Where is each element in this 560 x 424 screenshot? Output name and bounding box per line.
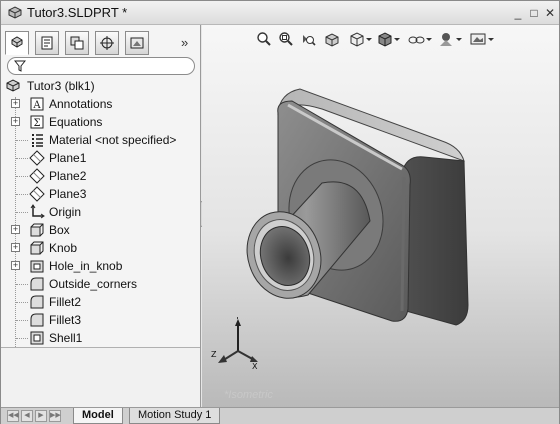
shell-icon: [30, 331, 44, 345]
tree-item-equations[interactable]: + Σ Equations: [1, 113, 200, 131]
more-tabs-button[interactable]: »: [181, 35, 188, 50]
tree-item-material[interactable]: Material <not specified>: [1, 131, 200, 149]
origin-icon: [30, 204, 45, 219]
extrude-icon: [30, 223, 44, 237]
expand-toggle[interactable]: +: [11, 261, 20, 270]
featuremanager-pane: » Tutor3 (blk1) + A Annotations + Σ Equa…: [1, 25, 201, 407]
plane-icon: [29, 150, 45, 166]
tree-item-label: Fillet2: [49, 295, 82, 309]
tab-configurationmanager[interactable]: [65, 31, 89, 55]
plane-icon: [29, 168, 45, 184]
tree-root-label: Tutor3 (blk1): [27, 79, 95, 93]
tree-item-label: Plane2: [49, 169, 87, 183]
manager-tabs: »: [5, 31, 197, 55]
tree-item-origin[interactable]: Origin: [1, 203, 200, 221]
tree-item-plane3[interactable]: Plane3: [1, 185, 200, 203]
featuremanager-lower-area: [1, 347, 200, 407]
next-tab-arrow[interactable]: ▶: [35, 410, 47, 422]
tree-root[interactable]: Tutor3 (blk1): [1, 77, 200, 95]
tree-item-plane2[interactable]: Plane2: [1, 167, 200, 185]
tree-item-label: Annotations: [49, 97, 113, 111]
dimxpert-icon: [100, 36, 114, 50]
display-manager-icon: [130, 37, 144, 49]
featuremanager-tree-icon: [11, 36, 23, 48]
equations-icon: Σ: [30, 115, 44, 129]
last-tab-arrow[interactable]: ▶▶: [49, 410, 61, 422]
svg-text:A: A: [32, 100, 41, 111]
fillet-icon: [30, 295, 44, 309]
tab-dimxpert[interactable]: [95, 31, 119, 55]
restore-button[interactable]: □: [527, 6, 541, 20]
tree-item-label: Fillet3: [49, 313, 82, 327]
tree-item-label: Equations: [49, 115, 103, 129]
tab-propertymanager[interactable]: [35, 31, 59, 55]
tree-item-annotations[interactable]: + A Annotations: [1, 95, 200, 113]
configurationmanager-icon: [70, 36, 84, 50]
tree-item-box[interactable]: + Box: [1, 221, 200, 239]
tree-item-fillet3[interactable]: Fillet3: [1, 311, 200, 329]
bottom-tab-bar: ◀◀ ◀ ▶ ▶▶ Model Motion Study 1: [1, 407, 559, 424]
propertymanager-icon: [41, 36, 53, 50]
tree-item-label: Shell1: [49, 331, 83, 345]
document-window: Tutor3.SLDPRT * _ □ ✕ » Tutor3 (blk1) + …: [0, 0, 560, 424]
graphics-area[interactable]: Y X Z *Isometric: [202, 25, 559, 407]
window-title: Tutor3.SLDPRT *: [27, 5, 128, 20]
first-tab-arrow[interactable]: ◀◀: [7, 410, 19, 422]
prev-tab-arrow[interactable]: ◀: [21, 410, 33, 422]
plane-icon: [29, 186, 45, 202]
expand-toggle[interactable]: +: [11, 99, 20, 108]
triad-y-label: Y: [234, 317, 240, 321]
tree-filter-input[interactable]: [7, 57, 195, 75]
tab-model[interactable]: Model: [73, 408, 123, 424]
tree-item-outside-corners[interactable]: Outside_corners: [1, 275, 200, 293]
tree-item-shell1[interactable]: Shell1: [1, 329, 200, 347]
tree-item-knob[interactable]: + Knob: [1, 239, 200, 257]
annotations-icon: A: [30, 97, 44, 111]
expand-toggle[interactable]: +: [11, 243, 20, 252]
cut-extrude-icon: [30, 260, 44, 273]
expand-toggle[interactable]: +: [11, 225, 20, 234]
expand-toggle[interactable]: +: [11, 117, 20, 126]
extrude-icon: [30, 241, 44, 255]
tree-item-label: Material <not specified>: [49, 133, 177, 147]
tree-item-label: Plane3: [49, 187, 87, 201]
tree-item-hole-in-knob[interactable]: + Hole_in_knob: [1, 257, 200, 275]
svg-text:Σ: Σ: [33, 118, 40, 129]
tree-item-label: Plane1: [49, 151, 87, 165]
tree-item-label: Knob: [49, 241, 78, 255]
view-orientation-label: *Isometric: [224, 389, 273, 401]
coordinate-triad: Y X Z: [211, 317, 258, 369]
tree-item-label: Origin: [49, 205, 82, 219]
tree-item-label: Box: [49, 223, 70, 237]
part-document-icon: [8, 6, 22, 19]
close-button[interactable]: ✕: [543, 6, 557, 20]
tab-motion-study-1[interactable]: Motion Study 1: [129, 408, 221, 424]
part-icon: [6, 79, 20, 92]
minimize-button[interactable]: _: [511, 6, 525, 20]
tree-item-fillet2[interactable]: Fillet2: [1, 293, 200, 311]
material-icon: [32, 134, 43, 147]
fillet-icon: [30, 313, 44, 327]
triad-z-label: Z: [211, 350, 217, 359]
tab-display-manager[interactable]: [125, 31, 149, 55]
tree-item-label: Outside_corners: [49, 277, 138, 291]
triad-x-label: X: [252, 362, 258, 369]
tree-item-label: Hole_in_knob: [49, 259, 123, 273]
title-bar: Tutor3.SLDPRT * _ □ ✕: [1, 1, 559, 25]
tab-featuremanager[interactable]: [5, 31, 29, 55]
filter-icon: [14, 60, 26, 72]
fillet-icon: [30, 277, 44, 291]
feature-tree: Tutor3 (blk1) + A Annotations + Σ Equati…: [1, 77, 200, 359]
tree-item-plane1[interactable]: Plane1: [1, 149, 200, 167]
